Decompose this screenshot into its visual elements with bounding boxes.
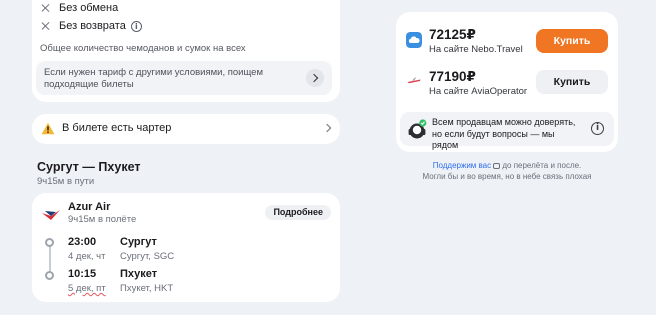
support-agent-icon	[408, 119, 427, 139]
offers-card: 72125₽ На сайте Nebo.Travel Купить 77190…	[396, 12, 618, 152]
trust-text: Всем продавцам можно доверять, но если б…	[432, 117, 576, 150]
condition-no-refund: Без возврата i	[40, 20, 142, 32]
flight-card: Azur Air 9ч15м в полёте Подробнее 23:00 …	[32, 193, 340, 302]
buy-button[interactable]: Купить	[536, 29, 608, 53]
route-title: Сургут — Пхукет	[37, 160, 141, 174]
support-link[interactable]: Поддержим вас	[433, 161, 491, 170]
arrival-airport: Пхукет, HKT	[120, 283, 174, 294]
arrival-date: 5 дек, пт	[68, 283, 106, 294]
cloud-icon	[406, 32, 422, 48]
departure-time: 23:00	[68, 236, 97, 248]
departure-date: 4 дек, чт	[68, 251, 106, 262]
offer-site: На сайте AviaOperator	[429, 86, 528, 97]
departure-dot	[45, 238, 54, 247]
offer-site: На сайте Nebo.Travel	[429, 44, 523, 55]
chevron-right-icon	[322, 123, 332, 133]
condition-no-exchange: Без обмена	[40, 2, 118, 14]
offer-price: 72125₽	[429, 27, 476, 42]
details-button[interactable]: Подробнее	[265, 205, 331, 220]
departure-airport: Сургут, SGC	[120, 251, 175, 262]
tariff-card: Без обмена Без возврата i Общее количест…	[32, 0, 340, 102]
arrival-city: Пхукет	[120, 268, 158, 280]
airline-logo-icon	[42, 210, 60, 220]
arrival-time: 10:15	[68, 268, 97, 280]
buy-button[interactable]: Купить	[536, 70, 608, 94]
trust-banner: Всем продавцам можно доверять, но если б…	[400, 112, 614, 150]
support-text-line2: Могли бы и во время, но в небе связь пло…	[422, 171, 592, 181]
plane-icon	[406, 73, 422, 89]
warning-icon	[41, 122, 55, 135]
charter-banner[interactable]: В билете есть чартер	[32, 114, 340, 144]
airline-name: Azur Air	[68, 201, 111, 213]
support-note: Поддержим вас до перелёта и после. Могли…	[396, 161, 618, 182]
offer-price: 77190₽	[429, 69, 476, 84]
cross-icon	[40, 20, 52, 32]
other-tariff-text: Если нужен тариф с другими условиями, по…	[44, 67, 263, 90]
route-duration: 9ч15м в пути	[37, 176, 95, 187]
departure-city: Сургут	[120, 236, 157, 248]
chevron-right-icon[interactable]	[306, 69, 324, 87]
info-icon[interactable]: i	[130, 20, 142, 32]
arrival-dot	[45, 271, 54, 280]
flight-time: 9ч15м в полёте	[68, 214, 137, 225]
bags-note: Общее количество чемоданов и сумок на вс…	[40, 43, 246, 54]
info-icon[interactable]: i	[591, 122, 604, 135]
condition-label: Без возврата	[59, 20, 126, 32]
other-tariff-link[interactable]: Если нужен тариф с другими условиями, по…	[36, 61, 332, 95]
cross-icon	[40, 2, 52, 14]
condition-label: Без обмена	[59, 2, 119, 14]
support-text: до перелёта и после.	[500, 161, 582, 170]
charter-label: В билете есть чартер	[62, 122, 172, 134]
